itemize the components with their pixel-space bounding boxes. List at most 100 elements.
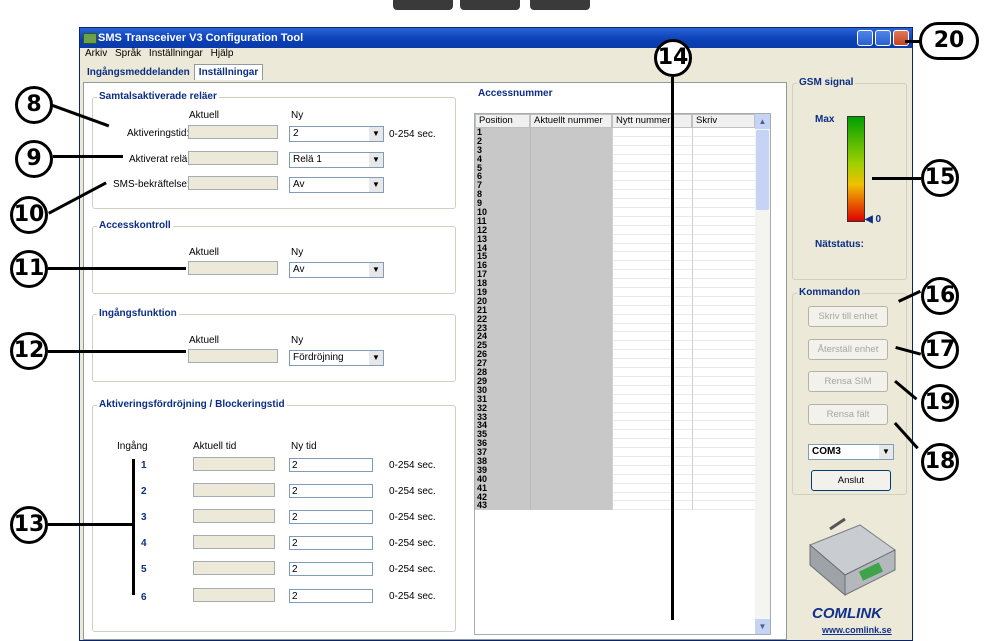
skriv-cell[interactable] [692,421,755,431]
nytt-cell[interactable] [612,448,692,457]
aktiveringstid-select[interactable]: 2 ▼ [289,126,384,142]
tab-ingangsmeddelanden[interactable]: Ingångsmeddelanden [83,65,194,80]
skriv-cell[interactable] [692,430,755,440]
nytt-cell[interactable] [612,492,692,502]
nytt-cell[interactable] [612,172,692,182]
nytt-cell[interactable] [612,376,692,386]
nytt-cell[interactable] [612,128,692,137]
menu-hjalp[interactable]: Hjälp [211,48,234,59]
skriv-cell[interactable] [692,181,755,191]
rensa-falt-button[interactable]: Rensa fält [808,404,888,425]
nytt-cell[interactable] [612,154,692,164]
nytt-cell[interactable] [612,323,692,333]
skriv-cell[interactable] [692,208,755,217]
ny-tid-input[interactable]: 2 [289,510,373,524]
scroll-up-icon[interactable]: ▲ [755,114,770,129]
sms-bekraftelse-select[interactable]: Av ▼ [289,177,384,193]
skriv-till-enhet-button[interactable]: Skriv till enhet [808,306,888,327]
skriv-cell[interactable] [692,243,755,253]
minimize-button[interactable] [857,30,873,46]
nytt-cell[interactable] [612,359,692,369]
ny-tid-input[interactable]: 2 [289,589,373,603]
maximize-button[interactable] [875,30,891,46]
nytt-cell[interactable] [612,163,692,173]
skriv-cell[interactable] [692,216,755,226]
nytt-cell[interactable] [612,483,692,493]
skriv-cell[interactable] [692,456,755,466]
skriv-cell[interactable] [692,385,755,395]
nytt-cell[interactable] [612,279,692,289]
access-select[interactable]: Av ▼ [289,262,384,278]
nytt-cell[interactable] [612,225,692,235]
nytt-cell[interactable] [612,394,692,404]
skriv-cell[interactable] [692,323,755,333]
nytt-cell[interactable] [612,501,692,511]
nytt-cell[interactable] [612,412,692,422]
nytt-cell[interactable] [612,216,692,226]
skriv-cell[interactable] [692,225,755,235]
skriv-cell[interactable] [692,394,755,404]
skriv-cell[interactable] [692,350,755,360]
nytt-cell[interactable] [612,305,692,315]
skriv-cell[interactable] [692,492,755,502]
nytt-cell[interactable] [612,208,692,217]
skriv-cell[interactable] [692,448,755,457]
skriv-cell[interactable] [692,368,755,377]
nytt-cell[interactable] [612,296,692,306]
nytt-cell[interactable] [612,341,692,351]
skriv-cell[interactable] [692,136,755,146]
ny-tid-input[interactable]: 2 [289,484,373,498]
scroll-down-icon[interactable]: ▼ [755,619,770,634]
ny-tid-input[interactable]: 2 [289,458,373,472]
nytt-cell[interactable] [612,314,692,324]
nytt-cell[interactable] [612,243,692,253]
nytt-cell[interactable] [612,350,692,360]
skriv-cell[interactable] [692,501,755,511]
nytt-cell[interactable] [612,368,692,377]
ny-tid-input[interactable]: 2 [289,562,373,576]
nytt-cell[interactable] [612,252,692,262]
nytt-cell[interactable] [612,145,692,155]
skriv-cell[interactable] [692,261,755,271]
ingang-select[interactable]: Fördröjning ▼ [289,350,384,366]
skriv-cell[interactable] [692,376,755,386]
skriv-cell[interactable] [692,305,755,315]
vertical-scrollbar[interactable]: ▲ ▼ [755,114,770,634]
nytt-cell[interactable] [612,465,692,475]
nytt-cell[interactable] [612,403,692,413]
nytt-cell[interactable] [612,234,692,244]
skriv-cell[interactable] [692,145,755,155]
nytt-cell[interactable] [612,439,692,449]
rensa-sim-button[interactable]: Rensa SIM [808,371,888,392]
anslut-button[interactable]: Anslut [811,470,891,491]
skriv-cell[interactable] [692,154,755,164]
skriv-cell[interactable] [692,465,755,475]
nytt-cell[interactable] [612,270,692,280]
nytt-cell[interactable] [612,332,692,342]
nytt-cell[interactable] [612,421,692,431]
skriv-cell[interactable] [692,296,755,306]
skriv-cell[interactable] [692,199,755,209]
menu-installningar[interactable]: Inställningar [149,48,203,59]
skriv-cell[interactable] [692,172,755,182]
skriv-cell[interactable] [692,252,755,262]
nytt-cell[interactable] [612,190,692,200]
nytt-cell[interactable] [612,261,692,271]
close-button[interactable] [893,30,909,46]
skriv-cell[interactable] [692,332,755,342]
skriv-cell[interactable] [692,279,755,289]
com-port-select[interactable]: COM3 ▼ [808,444,894,460]
nytt-cell[interactable] [612,288,692,297]
skriv-cell[interactable] [692,288,755,297]
skriv-cell[interactable] [692,439,755,449]
comlink-url[interactable]: www.comlink.se [822,625,892,635]
skriv-cell[interactable] [692,163,755,173]
skriv-cell[interactable] [692,234,755,244]
skriv-cell[interactable] [692,190,755,200]
nytt-cell[interactable] [612,474,692,484]
skriv-cell[interactable] [692,474,755,484]
aktiverat-rela-select[interactable]: Relä 1 ▼ [289,152,384,168]
nytt-cell[interactable] [612,385,692,395]
skriv-cell[interactable] [692,359,755,369]
ny-tid-input[interactable]: 2 [289,536,373,550]
